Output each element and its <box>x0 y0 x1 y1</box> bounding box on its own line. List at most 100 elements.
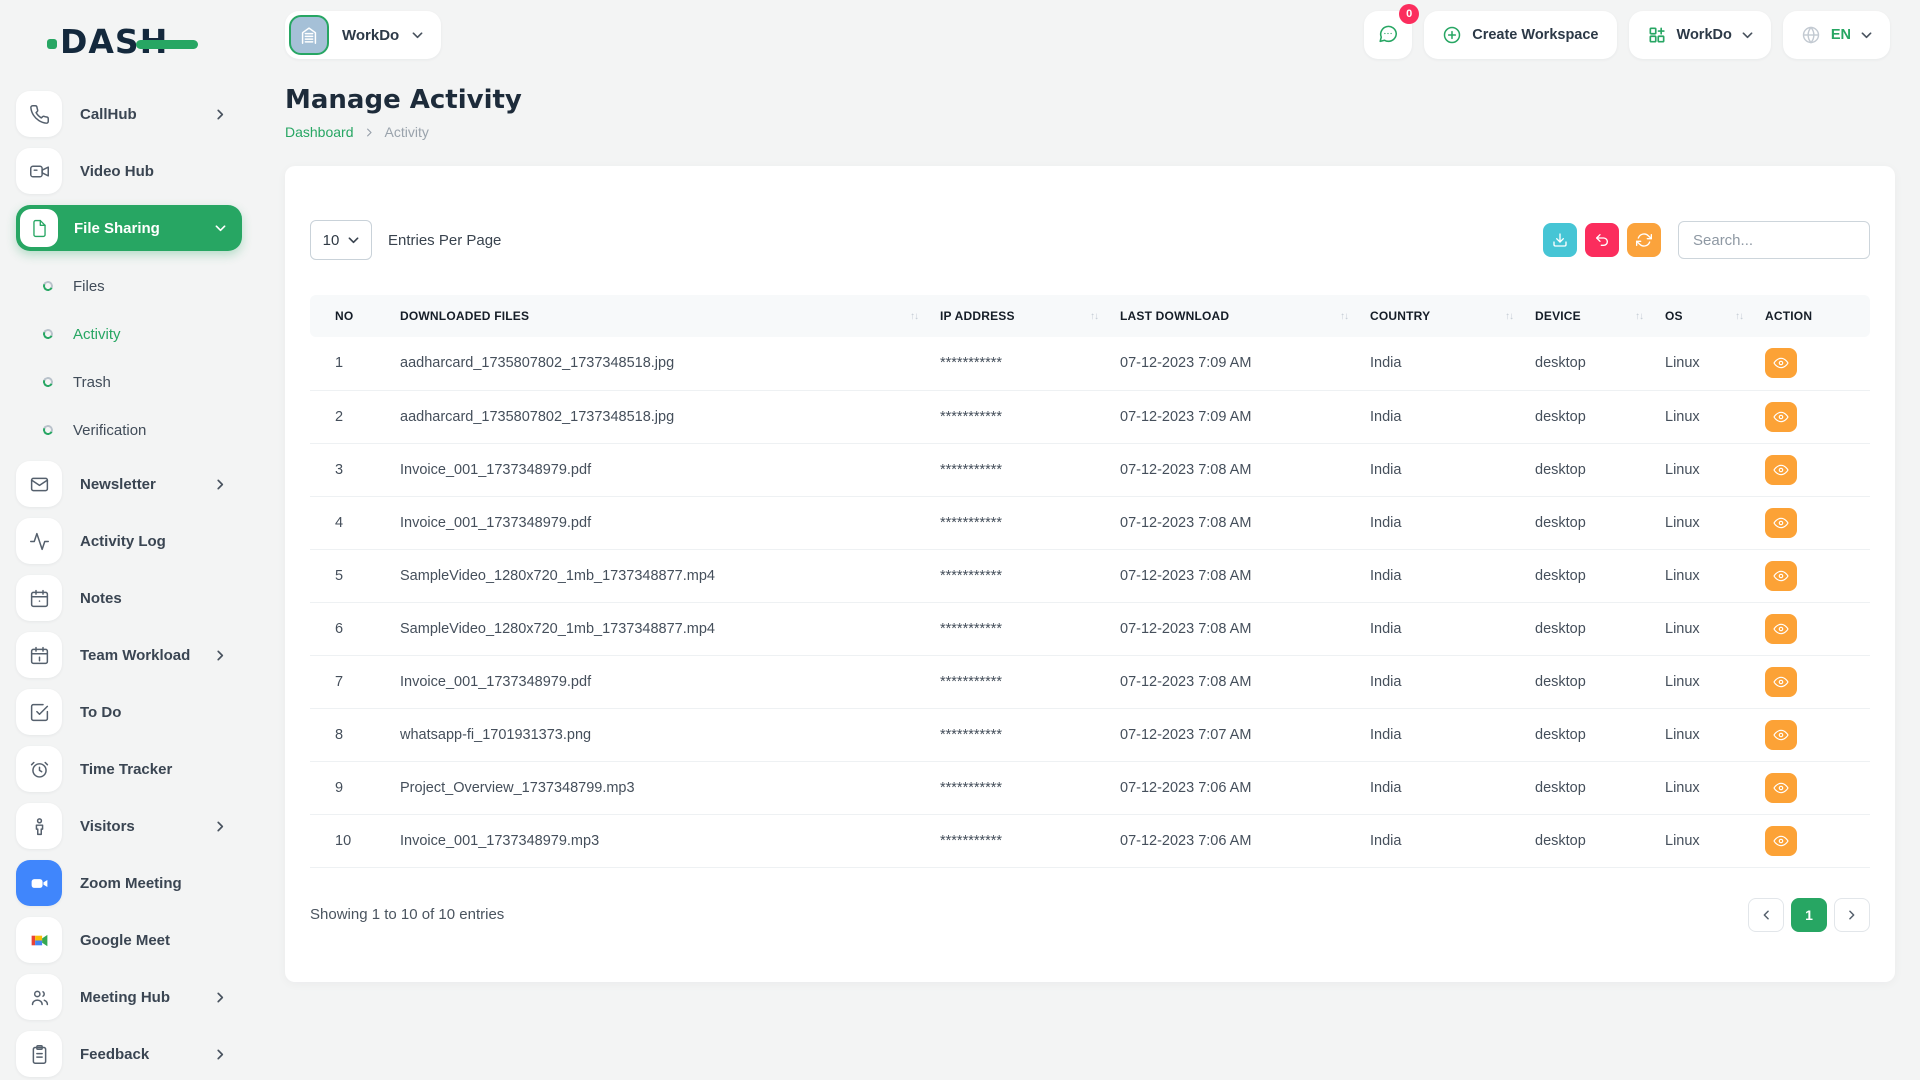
sidebar-item-activity-log[interactable]: Activity Log <box>16 518 242 564</box>
view-button[interactable] <box>1765 348 1797 378</box>
users-icon <box>16 974 62 1020</box>
cell-ip-address: *********** <box>940 337 1120 390</box>
person-icon <box>16 803 62 849</box>
sidebar-item-label: To Do <box>80 704 226 721</box>
undo-button[interactable] <box>1585 223 1619 257</box>
sidebar-item-feedback[interactable]: Feedback <box>16 1031 242 1077</box>
app-logo[interactable]: DASH <box>60 22 168 61</box>
column-header-downloaded-files[interactable]: DOWNLOADED FILES <box>400 295 940 337</box>
column-header-last-download[interactable]: LAST DOWNLOAD <box>1120 295 1370 337</box>
view-button[interactable] <box>1765 508 1797 538</box>
chevron-right-icon <box>215 992 226 1003</box>
cell-device: desktop <box>1535 602 1665 655</box>
table-row: 3Invoice_001_1737348979.pdf***********07… <box>310 443 1870 496</box>
sidebar-item-notes[interactable]: Notes <box>16 575 242 621</box>
app-logo-text: DASH <box>60 22 168 61</box>
sidebar-subitem-label: Verification <box>73 422 146 439</box>
view-button[interactable] <box>1765 826 1797 856</box>
table-row: 8whatsapp-fi_1701931373.png***********07… <box>310 708 1870 761</box>
entries-per-page-select[interactable]: 10 <box>310 220 372 260</box>
next-page-button[interactable] <box>1834 898 1870 932</box>
sidebar-item-meeting-hub[interactable]: Meeting Hub <box>16 974 242 1020</box>
sidebar-subitem-trash[interactable]: Trash <box>16 358 265 406</box>
sidebar-subitem-label: Activity <box>73 326 121 343</box>
refresh-button[interactable] <box>1627 223 1661 257</box>
circle-bullet-icon <box>42 424 55 437</box>
breadcrumb-dashboard-link[interactable]: Dashboard <box>285 124 354 140</box>
cell-action <box>1765 761 1870 814</box>
cell-action <box>1765 602 1870 655</box>
activity-table-body: 1aadharcard_1735807802_1737348518.jpg***… <box>310 337 1870 867</box>
sidebar-item-time-tracker[interactable]: Time Tracker <box>16 746 242 792</box>
chevron-right-icon <box>215 479 226 490</box>
entries-per-page-label: Entries Per Page <box>388 232 501 249</box>
language-value: EN <box>1831 27 1851 43</box>
sidebar-menu: CallHub Video Hub File Sharing Files Activit… <box>16 91 265 1080</box>
view-button[interactable] <box>1765 773 1797 803</box>
sidebar-item-label: Newsletter <box>80 476 215 493</box>
cell-last-download: 07-12-2023 7:08 AM <box>1120 602 1370 655</box>
table-row: 2aadharcard_1735807802_1737348518.jpg***… <box>310 390 1870 443</box>
page-1-button[interactable]: 1 <box>1791 898 1827 932</box>
view-button[interactable] <box>1765 720 1797 750</box>
sidebar-item-callhub[interactable]: CallHub <box>16 91 242 137</box>
sidebar-item-to-do[interactable]: To Do <box>16 689 242 735</box>
create-workspace-button[interactable]: Create Workspace <box>1424 11 1616 59</box>
sidebar-item-video-hub[interactable]: Video Hub <box>16 148 242 194</box>
cell-action <box>1765 814 1870 867</box>
column-header-country[interactable]: COUNTRY <box>1370 295 1535 337</box>
cell-downloaded-file: whatsapp-fi_1701931373.png <box>400 708 940 761</box>
sidebar-item-zoom-meeting[interactable]: Zoom Meeting <box>16 860 242 906</box>
cell-os: Linux <box>1665 549 1765 602</box>
cell-last-download: 07-12-2023 7:06 AM <box>1120 761 1370 814</box>
sidebar-item-google-meet[interactable]: Google Meet <box>16 917 242 963</box>
view-button[interactable] <box>1765 455 1797 485</box>
sidebar-subitem-label: Trash <box>73 374 111 391</box>
previous-page-button[interactable] <box>1748 898 1784 932</box>
calendar-check-icon <box>16 632 62 678</box>
view-button[interactable] <box>1765 402 1797 432</box>
cell-ip-address: *********** <box>940 708 1120 761</box>
sidebar-item-team-workload[interactable]: Team Workload <box>16 632 242 678</box>
sort-icon <box>1735 311 1743 322</box>
sidebar-subitem-activity[interactable]: Activity <box>16 310 265 358</box>
chevron-down-icon <box>1742 30 1753 41</box>
cell-country: India <box>1370 337 1535 390</box>
sort-icon <box>1505 311 1513 322</box>
sidebar-subitem-files[interactable]: Files <box>16 262 265 310</box>
cell-no: 4 <box>310 496 400 549</box>
messages-button[interactable]: 0 <box>1364 11 1412 59</box>
main-content: Manage Activity Dashboard Activity 10 En… <box>285 70 1895 982</box>
table-row: 5SampleVideo_1280x720_1mb_1737348877.mp4… <box>310 549 1870 602</box>
sidebar-item-visitors[interactable]: Visitors <box>16 803 242 849</box>
view-button[interactable] <box>1765 667 1797 697</box>
cell-os: Linux <box>1665 708 1765 761</box>
view-button[interactable] <box>1765 614 1797 644</box>
sidebar-item-label: File Sharing <box>74 220 215 237</box>
cell-no: 10 <box>310 814 400 867</box>
globe-icon <box>1801 25 1821 45</box>
undo-icon <box>1594 232 1610 248</box>
google-meet-icon <box>16 917 62 963</box>
language-selector[interactable]: EN <box>1783 11 1890 59</box>
cell-no: 6 <box>310 602 400 655</box>
sidebar-subitem-label: Files <box>73 278 105 295</box>
workspace-menu-button[interactable]: WorkDo <box>1629 11 1771 59</box>
column-header-ip-address[interactable]: IP ADDRESS <box>940 295 1120 337</box>
cell-country: India <box>1370 655 1535 708</box>
view-button[interactable] <box>1765 561 1797 591</box>
chevron-right-icon <box>1847 910 1857 920</box>
sidebar-item-file-sharing[interactable]: File Sharing <box>16 205 242 251</box>
cell-no: 8 <box>310 708 400 761</box>
sidebar-subitem-verification[interactable]: Verification <box>16 406 265 454</box>
chevron-down-icon <box>412 30 423 41</box>
activity-table: NO DOWNLOADED FILES IP ADDRESS LAST DOWN… <box>310 295 1870 868</box>
column-header-device[interactable]: DEVICE <box>1535 295 1665 337</box>
search-input[interactable] <box>1678 221 1870 259</box>
column-header-os[interactable]: OS <box>1665 295 1765 337</box>
sidebar-item-newsletter[interactable]: Newsletter <box>16 461 242 507</box>
workspace-selector[interactable]: WorkDo <box>285 11 441 59</box>
export-download-button[interactable] <box>1543 223 1577 257</box>
chevron-down-icon <box>1861 30 1872 41</box>
column-header-no: NO <box>310 295 400 337</box>
